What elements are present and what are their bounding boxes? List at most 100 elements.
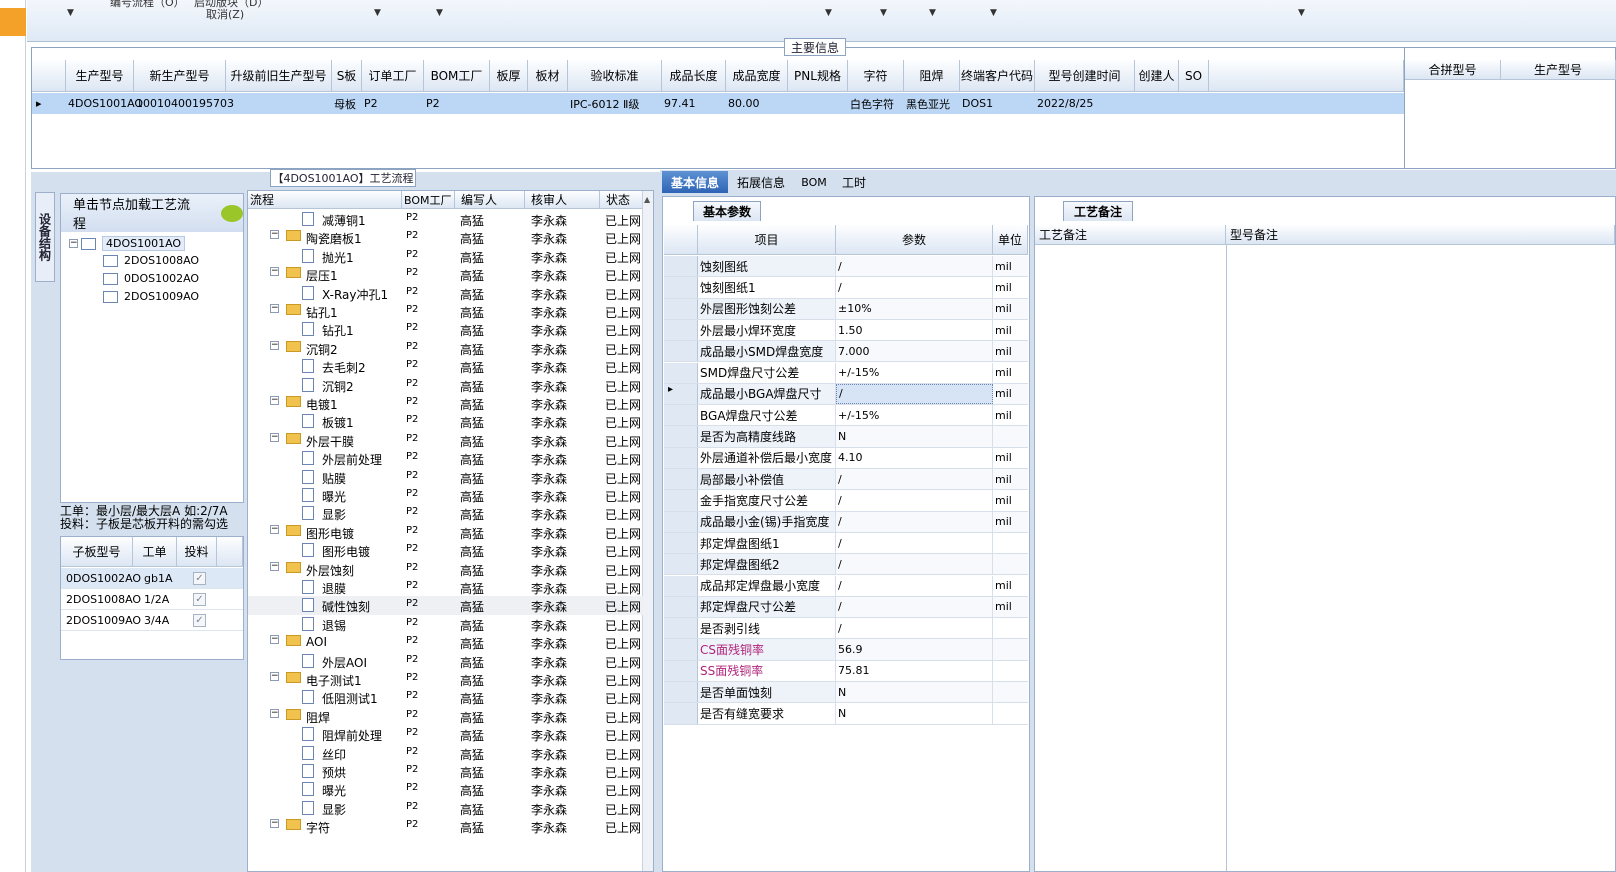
- vertical-scrollbar[interactable]: ▲: [642, 191, 653, 871]
- table-row[interactable]: 外层AOI P2 高猛 李永森 已上网: [248, 652, 643, 670]
- table-row[interactable]: 外层图形蚀刻公差 ±10% mil: [664, 298, 1028, 320]
- table-row[interactable]: 钻孔1 P2 高猛 李永森 已上网: [248, 320, 643, 338]
- column-header[interactable]: 创建人: [1135, 60, 1179, 92]
- table-row[interactable]: 蚀刻图纸 / mil: [664, 256, 1028, 278]
- column-header[interactable]: 参数: [836, 225, 993, 255]
- param-value[interactable]: /: [836, 618, 993, 639]
- table-row[interactable]: 去毛刺2 P2 高猛 李永森 已上网: [248, 357, 643, 375]
- collapse-icon[interactable]: −: [270, 230, 279, 240]
- row-selector[interactable]: [664, 639, 698, 660]
- collapse-icon[interactable]: −: [270, 304, 279, 313]
- row-selector[interactable]: [664, 511, 698, 532]
- table-row[interactable]: 贴膜 P2 高猛 李永森 已上网: [248, 468, 643, 486]
- table-row[interactable]: 2DOS1008AO 1/2A ✓: [61, 589, 243, 610]
- table-row[interactable]: − 外层干膜 P2 高猛 李永森 已上网: [248, 431, 643, 449]
- table-row[interactable]: ▸ 4DOS1001AO 10010400195703 母板 P2 P2 IPC-6012 …: [32, 93, 1404, 114]
- collapse-icon[interactable]: −: [270, 524, 279, 534]
- chevron-down-icon[interactable]: ▼: [929, 8, 936, 18]
- column-header[interactable]: 投料: [177, 537, 217, 567]
- tree-node[interactable]: 0DOS1002AO: [103, 272, 199, 285]
- column-header[interactable]: 板厚: [490, 60, 528, 92]
- tab-bom[interactable]: BOM: [794, 171, 834, 193]
- chevron-down-icon[interactable]: ▼: [67, 8, 74, 18]
- column-header[interactable]: 编写人: [455, 191, 525, 209]
- column-header[interactable]: 升级前旧生产型号: [226, 60, 332, 92]
- chevron-down-icon[interactable]: ▼: [374, 8, 381, 18]
- row-selector[interactable]: [664, 447, 698, 468]
- param-value[interactable]: /: [836, 511, 993, 532]
- row-selector[interactable]: [664, 660, 698, 681]
- column-header[interactable]: BOM工厂: [424, 60, 490, 92]
- table-row[interactable]: − 钻孔1 P2 高猛 李永森 已上网: [248, 302, 643, 320]
- collapse-icon[interactable]: −: [270, 340, 279, 350]
- collapse-icon[interactable]: −: [270, 708, 279, 718]
- param-value[interactable]: 56.9: [836, 639, 993, 660]
- table-row[interactable]: − 阻焊 P2 高猛 李永森 已上网: [248, 707, 643, 725]
- table-row[interactable]: 蚀刻图纸1/mil: [664, 277, 1028, 299]
- column-header[interactable]: 字符: [848, 60, 904, 92]
- param-value[interactable]: /: [836, 575, 993, 596]
- row-selector[interactable]: [664, 319, 698, 341]
- table-row[interactable]: 外层通道补偿后最小宽度 4.10 mil: [664, 447, 1028, 469]
- table-row[interactable]: CS面残铜率 56.9: [664, 639, 1028, 661]
- table-row[interactable]: − 外层蚀刻 P2 高猛 李永森 已上网: [248, 560, 643, 578]
- column-header[interactable]: 流程: [248, 191, 402, 209]
- column-header[interactable]: 终端客户代码: [960, 60, 1035, 92]
- row-selector[interactable]: [664, 532, 698, 554]
- checkbox[interactable]: ✓: [193, 572, 206, 585]
- column-header[interactable]: 生产型号: [66, 60, 134, 92]
- param-value[interactable]: N: [836, 426, 993, 447]
- table-row[interactable]: 显影 P2 高猛 李永森 已上网: [248, 799, 643, 817]
- row-selector[interactable]: [664, 426, 698, 447]
- table-row[interactable]: 是否单面蚀刻 N: [664, 682, 1028, 704]
- column-header[interactable]: S板: [332, 60, 362, 92]
- row-selector[interactable]: [664, 277, 698, 298]
- table-row[interactable]: 外层最小焊环宽度 1.50 mil: [664, 319, 1028, 342]
- column-header[interactable]: 阻焊: [904, 60, 960, 92]
- row-selector[interactable]: [664, 256, 698, 277]
- table-row[interactable]: ▸ 成品最小BGA焊盘尺寸 / mil: [664, 383, 1028, 406]
- column-header[interactable]: PNL规格: [788, 60, 848, 92]
- table-row[interactable]: − 图形电镀 P2 高猛 李永森 已上网: [248, 523, 643, 541]
- row-selector[interactable]: [664, 596, 698, 618]
- row-selector[interactable]: [664, 362, 698, 383]
- row-selector[interactable]: [664, 575, 698, 596]
- tree-node-root[interactable]: − 4DOS1001AO: [69, 236, 186, 251]
- table-row[interactable]: − 字符 P2 高猛 李永森 已上网: [248, 817, 643, 835]
- tab-extended-info[interactable]: 拓展信息: [730, 171, 792, 193]
- column-header[interactable]: 型号备注: [1226, 225, 1615, 245]
- chevron-down-icon[interactable]: ▼: [1298, 8, 1305, 18]
- collapse-icon[interactable]: −: [270, 432, 279, 442]
- table-row[interactable]: 丝印 P2 高猛 李永森 已上网: [248, 744, 643, 762]
- column-header[interactable]: 成品宽度: [726, 60, 788, 92]
- table-row[interactable]: 局部最小补偿值 / mil: [664, 469, 1028, 491]
- column-header[interactable]: 核审人: [525, 191, 600, 209]
- table-row[interactable]: SS面残铜率 75.81: [664, 660, 1028, 682]
- table-row[interactable]: 低阻测试1 P2 高猛 李永森 已上网: [248, 688, 643, 706]
- table-row[interactable]: 退锡 P2 高猛 李永森 已上网: [248, 615, 643, 633]
- param-value[interactable]: +/-15%: [836, 362, 993, 383]
- checkbox[interactable]: ✓: [193, 593, 206, 606]
- table-row[interactable]: 预烘 P2 高猛 李永森 已上网: [248, 762, 643, 780]
- row-selector[interactable]: [664, 682, 698, 703]
- tab-basic-info[interactable]: 基本信息: [662, 171, 728, 193]
- param-value[interactable]: 4.10: [836, 447, 993, 468]
- table-row[interactable]: 抛光1 P2 高猛 李永森 已上网: [248, 247, 643, 265]
- table-row[interactable]: 外层前处理 P2 高猛 李永森 已上网: [248, 449, 643, 467]
- row-selector[interactable]: [664, 341, 698, 362]
- chevron-down-icon[interactable]: ▼: [990, 8, 997, 18]
- scroll-up-icon[interactable]: ▲: [644, 195, 650, 204]
- table-row[interactable]: 阻焊前处理 P2 高猛 李永森 已上网: [248, 725, 643, 743]
- table-row[interactable]: 2DOS1009AO 3/4A ✓: [61, 610, 243, 631]
- table-row[interactable]: 成品最小SMD焊盘宽度 7.000 mil: [664, 341, 1028, 363]
- param-value[interactable]: /: [836, 596, 993, 618]
- table-row[interactable]: 是否为高精度线路 N: [664, 426, 1028, 448]
- row-selector[interactable]: [664, 405, 698, 426]
- table-row[interactable]: SMD焊盘尺寸公差 +/-15% mil: [664, 362, 1028, 384]
- tree-node[interactable]: 2DOS1008AO: [103, 254, 199, 267]
- table-row[interactable]: X-Ray冲孔1 P2 高猛 李永森 已上网: [248, 284, 643, 302]
- tab-basic-params[interactable]: 基本参数: [693, 201, 761, 221]
- row-selector[interactable]: [664, 554, 698, 575]
- table-row[interactable]: − 沉铜2 P2 高猛 李永森 已上网: [248, 339, 643, 357]
- column-header[interactable]: 验收标准: [568, 60, 662, 92]
